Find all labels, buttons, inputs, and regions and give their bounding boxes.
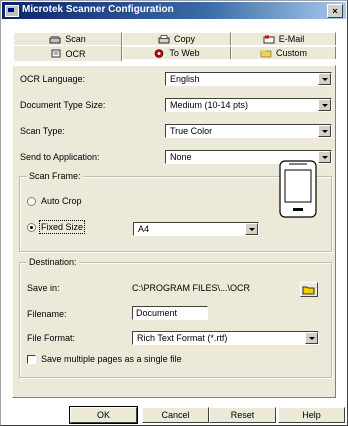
tab-to-web[interactable]: To Web bbox=[122, 46, 231, 59]
custom-icon bbox=[260, 49, 272, 57]
send-to-value: None bbox=[170, 152, 192, 162]
chevron-down-icon[interactable] bbox=[318, 151, 331, 163]
chevron-down-icon[interactable] bbox=[305, 332, 318, 344]
auto-crop-label: Auto Crop bbox=[41, 196, 82, 206]
tab-strip: Scan Copy E-Mail OCR To Web Custom bbox=[13, 32, 336, 66]
browse-folder-button[interactable] bbox=[300, 282, 318, 297]
fixed-size-select[interactable]: A4 bbox=[133, 222, 259, 236]
title-bar[interactable]: Microtek Scanner Configuration × bbox=[2, 2, 346, 19]
ocr-tab-panel: OCR Language: English Document Type Size… bbox=[12, 65, 336, 398]
tab-to-web-label: To Web bbox=[169, 48, 200, 58]
file-format-select[interactable]: Rich Text Format (*.rtf) bbox=[132, 331, 319, 345]
window-title: Microtek Scanner Configuration bbox=[22, 4, 174, 15]
scan-icon bbox=[49, 35, 61, 43]
fixed-size-label: Fixed Size bbox=[38, 220, 86, 234]
tab-scan[interactable]: Scan bbox=[13, 32, 122, 45]
tab-copy-label: Copy bbox=[173, 34, 195, 44]
doc-type-select[interactable]: Medium (10-14 pts) bbox=[165, 98, 332, 112]
scan-type-select[interactable]: True Color bbox=[165, 124, 332, 138]
ocr-language-value: English bbox=[170, 74, 200, 84]
help-button[interactable]: Help bbox=[278, 407, 345, 423]
chevron-down-icon[interactable] bbox=[245, 223, 258, 235]
folder-icon bbox=[302, 286, 315, 295]
ok-button[interactable]: OK bbox=[69, 406, 138, 424]
tab-scan-label: Scan bbox=[65, 34, 86, 44]
tab-ocr-label: OCR bbox=[65, 48, 86, 59]
send-to-label: Send to Application: bbox=[20, 152, 100, 162]
cancel-button[interactable]: Cancel bbox=[142, 407, 209, 423]
tab-email[interactable]: E-Mail bbox=[231, 32, 336, 45]
doc-type-value: Medium (10-14 pts) bbox=[170, 100, 249, 110]
filename-label: Filename: bbox=[27, 309, 67, 319]
destination-group: Destination: Save in: C:\PROGRAM FILES\.… bbox=[19, 257, 332, 378]
scan-type-value: True Color bbox=[170, 126, 213, 136]
copy-icon bbox=[158, 34, 170, 43]
web-icon bbox=[155, 48, 164, 58]
scan-type-label: Scan Type: bbox=[20, 126, 65, 136]
save-in-label: Save in: bbox=[27, 283, 60, 293]
chevron-down-icon[interactable] bbox=[318, 73, 331, 85]
chevron-down-icon[interactable] bbox=[318, 125, 331, 137]
ocr-language-select[interactable]: English bbox=[165, 72, 332, 86]
multi-page-label: Save multiple pages as a single file bbox=[41, 354, 182, 364]
doc-type-label: Document Type Size: bbox=[20, 100, 106, 110]
tab-copy[interactable]: Copy bbox=[122, 32, 231, 45]
email-icon bbox=[263, 35, 275, 43]
file-format-value: Rich Text Format (*.rtf) bbox=[137, 333, 228, 343]
multi-page-checkbox[interactable] bbox=[27, 355, 36, 364]
close-button[interactable]: × bbox=[327, 4, 343, 18]
tab-ocr[interactable]: OCR bbox=[13, 45, 122, 61]
tab-custom[interactable]: Custom bbox=[231, 46, 336, 59]
fixed-size-value: A4 bbox=[138, 224, 150, 234]
scanner-preview-icon bbox=[279, 160, 317, 218]
file-format-label: File Format: bbox=[27, 333, 76, 343]
reset-button[interactable]: Reset bbox=[209, 407, 276, 423]
filename-input[interactable]: Document bbox=[132, 306, 208, 320]
ocr-language-label: OCR Language: bbox=[20, 74, 86, 84]
dialog-window: Microtek Scanner Configuration × Scan Co… bbox=[0, 0, 348, 426]
fixed-size-radio[interactable] bbox=[27, 223, 36, 232]
scanner-app-icon bbox=[5, 5, 19, 17]
save-in-path: C:\PROGRAM FILES\...\OCR bbox=[132, 283, 251, 293]
auto-crop-radio[interactable] bbox=[27, 197, 36, 206]
destination-title: Destination: bbox=[27, 257, 79, 267]
tab-email-label: E-Mail bbox=[278, 34, 305, 44]
chevron-down-icon[interactable] bbox=[318, 99, 331, 111]
tab-custom-label: Custom bbox=[275, 48, 307, 58]
scan-frame-title: Scan Frame: bbox=[27, 171, 83, 181]
ocr-icon bbox=[51, 49, 60, 58]
